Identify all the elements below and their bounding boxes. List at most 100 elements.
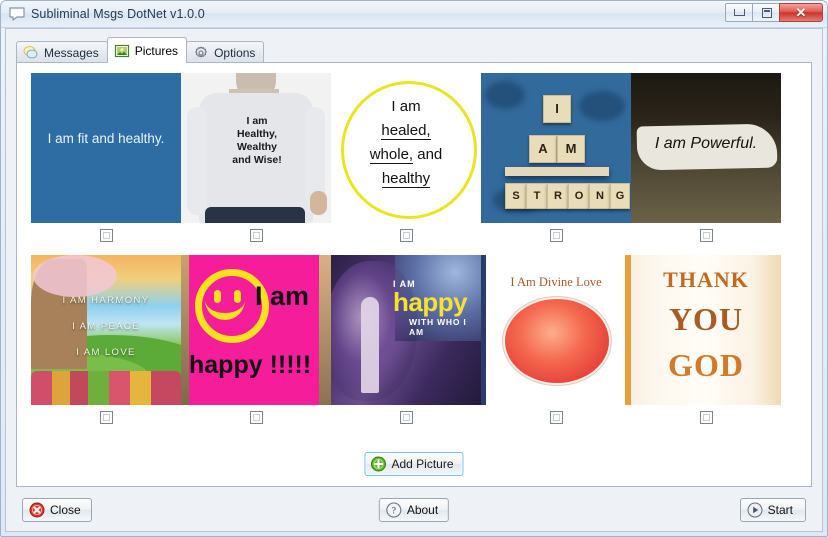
picture-checkbox-10[interactable] [699, 410, 713, 424]
picture-cell: I A M S T R O N G [481, 73, 631, 247]
picture-thumbnail-5[interactable]: I am Powerful. [631, 73, 781, 223]
close-icon: ✕ [795, 4, 807, 20]
footer-bar: Close ? About Start [6, 495, 822, 525]
question-circle-icon: ? [386, 502, 402, 518]
add-picture-button[interactable]: Add Picture [364, 452, 464, 476]
picture-row: I am fit and healthy. I am Healthy, Weal… [31, 73, 797, 247]
start-button[interactable]: Start [739, 498, 806, 522]
picture-thumbnail-7[interactable]: I am happy !!!!! [181, 255, 331, 405]
minimize-icon [734, 9, 745, 16]
picture-icon [114, 43, 130, 59]
picture-cell: I Am Divine Love [481, 255, 631, 429]
picture-caption-line: Wealthy [236, 141, 278, 153]
scrabble-tile: I [543, 95, 571, 123]
about-button[interactable]: ? About [378, 498, 450, 522]
picture-caption: I am fit and healthy. [47, 131, 165, 146]
picture-caption-line: happy [393, 287, 468, 317]
picture-cell: I AM happy WITH WHO I AM [331, 255, 481, 429]
scrabble-tile: N [589, 183, 611, 209]
window-controls: ✕ [725, 3, 823, 22]
picture-caption-line: I AM PEACE [72, 321, 140, 332]
picture-caption-line: Healthy, [236, 128, 278, 140]
plus-circle-icon [370, 456, 386, 472]
picture-caption-line: I am [246, 115, 268, 127]
picture-checkbox-6[interactable] [99, 410, 113, 424]
picture-cell: I am Powerful. [631, 73, 781, 247]
window-title: Subliminal Msgs DotNet v1.0.0 [31, 7, 205, 21]
tab-pictures[interactable]: Pictures [106, 37, 188, 63]
picture-checkbox-9[interactable] [549, 410, 563, 424]
picture-thumbnail-2[interactable]: I am Healthy, Wealthy and Wise! [181, 73, 331, 223]
close-circle-icon [29, 502, 45, 518]
picture-caption-line: THANK [663, 267, 749, 292]
maximize-button[interactable] [752, 3, 780, 22]
tab-options[interactable]: Options [186, 41, 265, 63]
application-window: Subliminal Msgs DotNet v1.0.0 ✕ Messages… [0, 0, 828, 537]
scrabble-tile: A [529, 135, 557, 163]
picture-caption-line: healed, [381, 122, 431, 140]
picture-thumbnail-10[interactable]: THANK YOU GOD [631, 255, 781, 405]
picture-caption-line: GOD [668, 347, 744, 383]
picture-thumbnail-4[interactable]: I A M S T R O N G [481, 73, 631, 223]
picture-thumbnail-8[interactable]: I AM happy WITH WHO I AM [331, 255, 481, 405]
picture-cell: THANK YOU GOD [631, 255, 781, 429]
picture-thumbnail-3[interactable]: I am healed, whole, and healthy [331, 73, 481, 223]
picture-thumbnail-9[interactable]: I Am Divine Love [481, 255, 631, 405]
picture-checkbox-3[interactable] [399, 228, 413, 242]
start-button-label: Start [767, 503, 793, 517]
picture-caption-line: whole, [369, 146, 414, 164]
tab-label: Pictures [134, 43, 179, 58]
client-area: Messages Pictures Options I am fit and h… [5, 28, 823, 532]
picture-caption-line: happy !!!!! [189, 351, 312, 379]
scrabble-tile: M [557, 135, 585, 163]
tab-messages[interactable]: Messages [16, 41, 108, 63]
window-close-button[interactable]: ✕ [779, 3, 823, 22]
scrabble-tile: R [547, 183, 569, 209]
picture-checkbox-8[interactable] [399, 410, 413, 424]
scrabble-tile: T [526, 183, 548, 209]
add-picture-label: Add Picture [391, 457, 454, 471]
picture-caption-line: I AM HARMONY [62, 295, 150, 306]
picture-grid: I am fit and healthy. I am Healthy, Weal… [31, 73, 797, 429]
about-button-label: About [406, 503, 439, 517]
minimize-button[interactable] [725, 3, 753, 22]
picture-cell: I AM HARMONY I AM PEACE I AM LOVE [31, 255, 181, 429]
picture-caption-line: healthy [381, 170, 431, 188]
pictures-tab-page: I am fit and healthy. I am Healthy, Weal… [16, 62, 812, 487]
title-bar[interactable]: Subliminal Msgs DotNet v1.0.0 ✕ [1, 1, 827, 28]
tab-label: Options [214, 45, 256, 60]
picture-caption: I Am Divine Love [510, 275, 602, 289]
scrabble-tile: O [568, 183, 590, 209]
picture-checkbox-7[interactable] [249, 410, 263, 424]
picture-cell: I am happy !!!!! [181, 255, 331, 429]
picture-caption-line: I am [391, 98, 421, 115]
picture-caption-line: YOU [668, 301, 744, 337]
tab-strip: Messages Pictures Options [16, 37, 812, 63]
picture-checkbox-2[interactable] [249, 228, 263, 242]
picture-caption-line: I am [255, 281, 310, 311]
gear-icon [193, 45, 209, 61]
picture-caption-line: WITH WHO I AM [409, 317, 467, 337]
picture-checkbox-1[interactable] [99, 228, 113, 242]
speech-bubble-icon [8, 6, 26, 22]
close-button-label: Close [50, 503, 81, 517]
tab-label: Messages [44, 45, 99, 60]
picture-checkbox-5[interactable] [699, 228, 713, 242]
svg-text:?: ? [392, 507, 396, 517]
scrabble-tile: S [505, 183, 527, 209]
picture-caption-line: and Wise! [232, 154, 282, 166]
picture-thumbnail-1[interactable]: I am fit and healthy. [31, 73, 181, 223]
picture-caption-line: and [413, 146, 443, 163]
picture-cell: I am fit and healthy. [31, 73, 181, 247]
picture-row: I AM HARMONY I AM PEACE I AM LOVE I am h… [31, 255, 797, 429]
close-button[interactable]: Close [22, 498, 92, 522]
picture-checkbox-4[interactable] [549, 228, 563, 242]
picture-cell: I am healed, whole, and healthy [331, 73, 481, 247]
picture-thumbnail-6[interactable]: I AM HARMONY I AM PEACE I AM LOVE [31, 255, 181, 405]
picture-caption-line: I AM LOVE [76, 347, 136, 358]
picture-cell: I am Healthy, Wealthy and Wise! [181, 73, 331, 247]
play-circle-icon [747, 502, 763, 518]
speech-bubble-icon [23, 45, 39, 61]
maximize-icon [762, 8, 772, 18]
scrabble-tile: G [610, 183, 630, 209]
